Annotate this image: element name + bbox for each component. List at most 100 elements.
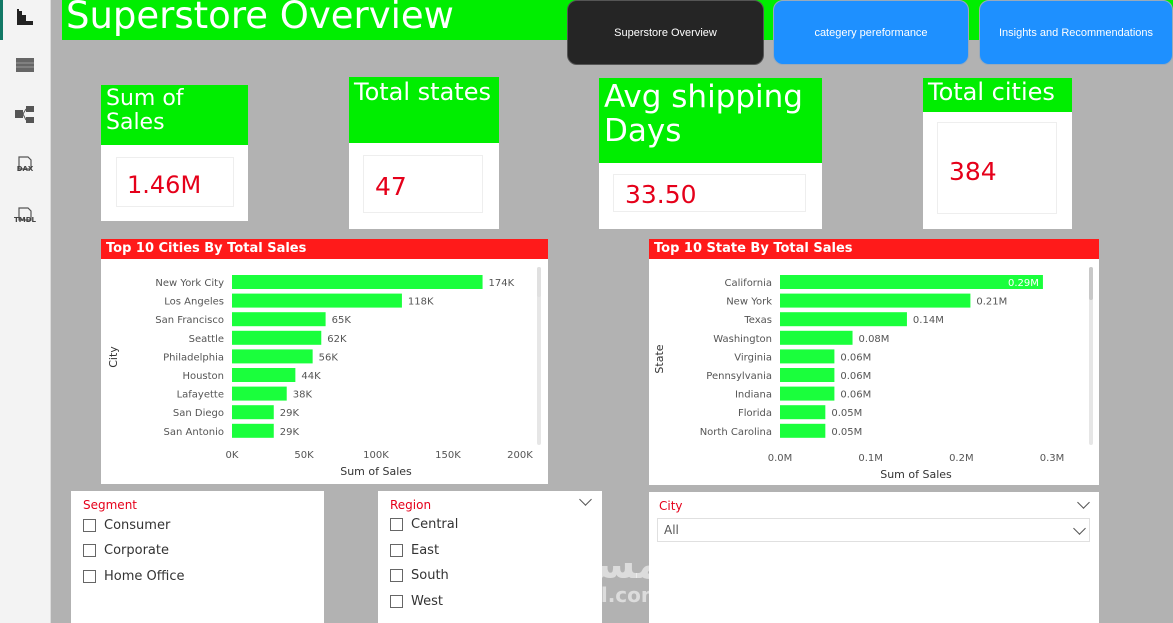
- data-label: 174K: [489, 278, 515, 289]
- dax-label: DAX: [16, 164, 34, 173]
- city-slicer-title: City: [659, 499, 683, 513]
- category-label: Seattle: [189, 334, 224, 345]
- category-label: California: [725, 278, 773, 289]
- checkbox[interactable]: [390, 544, 403, 557]
- kpi-value-cities: 384: [949, 157, 997, 186]
- category-label: San Diego: [173, 408, 224, 419]
- data-label: 118K: [408, 297, 434, 308]
- category-label: Florida: [738, 408, 772, 419]
- data-label: 0.29M: [1008, 278, 1039, 289]
- chevron-down-icon[interactable]: [579, 493, 592, 506]
- x-tick-label: 200K: [507, 450, 533, 461]
- x-tick-label: 0.1M: [858, 453, 883, 464]
- x-tick-label: 100K: [363, 450, 389, 461]
- data-label: 56K: [319, 352, 339, 363]
- bar: [780, 349, 835, 364]
- x-tick-label: 50K: [294, 450, 314, 461]
- bar: [232, 368, 296, 382]
- active-view-indicator: [0, 0, 3, 40]
- category-label: New York: [726, 297, 772, 308]
- region-option-south[interactable]: South: [390, 568, 449, 583]
- region-option-west[interactable]: West: [390, 594, 443, 609]
- bar: [232, 386, 287, 401]
- checkbox[interactable]: [390, 595, 403, 608]
- nav-button-superstore-overview[interactable]: Superstore Overview: [567, 0, 764, 65]
- option-label: Central: [411, 517, 459, 532]
- category-label: Lafayette: [177, 390, 224, 401]
- checkbox[interactable]: [390, 569, 403, 582]
- bar: [780, 293, 971, 308]
- category-label: New York City: [155, 278, 224, 289]
- bar: [232, 312, 326, 327]
- bar: [780, 386, 835, 401]
- category-label: Texas: [743, 315, 772, 326]
- data-label: 65K: [332, 315, 352, 326]
- kpi-title-shipping: Avg shipping Days: [599, 78, 822, 163]
- checkbox[interactable]: [83, 544, 96, 557]
- data-label: 62K: [327, 334, 347, 345]
- x-axis-title: Sum of Sales: [340, 465, 412, 478]
- data-label: 29K: [280, 427, 300, 438]
- tmdl-view-icon[interactable]: TMDL: [13, 203, 37, 227]
- page-title: Superstore Overview: [66, 0, 454, 37]
- model-view-icon[interactable]: [13, 103, 37, 127]
- category-label: San Antonio: [164, 427, 224, 438]
- kpi-value-shipping: 33.50: [625, 180, 697, 209]
- chart-top-cities: Top 10 Cities By Total Sales New York Ci…: [101, 239, 548, 484]
- bar: [780, 275, 1043, 289]
- kpi-card-shipping: Avg shipping Days 33.50: [599, 78, 822, 229]
- x-tick-label: 0.3M: [1040, 453, 1065, 464]
- report-view-icon[interactable]: [13, 5, 37, 29]
- kpi-card-sales: Sum of Sales 1.46M: [101, 85, 248, 221]
- tmdl-label: TMDL: [13, 215, 36, 224]
- bar: [780, 368, 835, 382]
- checkbox[interactable]: [83, 519, 96, 532]
- data-label: 0.05M: [831, 408, 862, 419]
- bar: [232, 349, 313, 364]
- segment-option-consumer[interactable]: Consumer: [83, 518, 170, 533]
- kpi-card-cities: Total cities 384: [923, 78, 1072, 229]
- segment-option-corporate[interactable]: Corporate: [83, 543, 169, 558]
- chart-title: Top 10 Cities By Total Sales: [101, 239, 548, 259]
- region-option-east[interactable]: East: [390, 543, 439, 558]
- bar: [232, 423, 274, 438]
- chart-states-svg: California 0.29M New York 0.21M Texas 0.14M Wa…: [653, 267, 1093, 481]
- category-label: Houston: [182, 371, 224, 382]
- x-tick-label: 150K: [435, 450, 461, 461]
- table-view-icon[interactable]: [13, 53, 37, 77]
- scrollbar-thumb: [537, 267, 541, 297]
- city-dropdown[interactable]: All: [657, 518, 1090, 542]
- segment-slicer-title: Segment: [83, 498, 137, 512]
- x-tick-label: 0.0M: [768, 453, 793, 464]
- option-label: Consumer: [104, 518, 171, 533]
- city-dropdown-value: All: [664, 523, 679, 537]
- segment-slicer: Segment Consumer Corporate Home Office: [71, 491, 324, 623]
- segment-option-home-office[interactable]: Home Office: [83, 569, 184, 584]
- kpi-value-sales: 1.46M: [127, 171, 202, 199]
- chevron-down-icon[interactable]: [1073, 522, 1086, 535]
- x-tick-label: 0K: [226, 450, 239, 461]
- category-label: Philadelphia: [163, 352, 224, 363]
- y-axis-title: City: [107, 346, 120, 368]
- checkbox[interactable]: [390, 518, 403, 531]
- x-tick-label: 0.2M: [949, 453, 974, 464]
- option-label: Home Office: [104, 569, 185, 584]
- bar: [232, 330, 322, 345]
- category-label: Pennsylvania: [706, 371, 772, 382]
- nav-button-insights[interactable]: Insights and Recommendations: [979, 0, 1173, 65]
- bar: [780, 423, 826, 438]
- kpi-card-states: Total states 47: [349, 77, 499, 229]
- page-title-bar: Superstore Overview: [62, 0, 582, 40]
- option-label: West: [411, 594, 443, 609]
- category-label: Los Angeles: [164, 297, 224, 308]
- dax-query-icon[interactable]: DAX: [13, 152, 37, 176]
- category-label: San Francisco: [155, 315, 224, 326]
- data-label: 0.06M: [840, 371, 871, 382]
- checkbox[interactable]: [83, 570, 96, 583]
- y-axis-title: State: [653, 344, 666, 373]
- nav-button-category-performance[interactable]: categery pereformance: [773, 0, 969, 65]
- bar: [232, 293, 402, 308]
- data-label: 0.14M: [913, 315, 944, 326]
- region-option-central[interactable]: Central: [390, 517, 458, 532]
- chevron-down-icon[interactable]: [1077, 496, 1090, 509]
